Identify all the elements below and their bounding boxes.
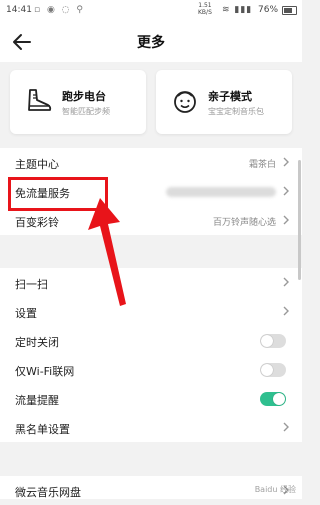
notification-icons: ▫ ◉ ◌ ⚲ <box>34 5 85 15</box>
settings-section-2: 扫一扫 设置 定时关闭 仅Wi-Fi联网 流量提醒 黑名单设置 <box>0 268 302 442</box>
status-time: 14:41 <box>6 5 32 15</box>
row-label: 设置 <box>15 307 37 320</box>
page-title: 更多 <box>137 35 165 51</box>
sleep-timer-toggle[interactable] <box>260 334 286 348</box>
sleep-timer-row: 定时关闭 <box>0 326 302 355</box>
row-value: 百万铃声随心选 <box>212 218 276 228</box>
kids-mode-card[interactable]: 亲子模式 宝宝定制音乐包 <box>156 70 292 134</box>
chevron-right-icon <box>283 277 289 287</box>
scrollbar[interactable] <box>298 160 301 280</box>
chevron-right-icon <box>283 422 289 432</box>
wifi-only-row: 仅Wi-Fi联网 <box>0 355 302 384</box>
running-radio-card[interactable]: 跑步电台 智能匹配步频 <box>10 70 146 134</box>
battery-icon <box>282 6 297 15</box>
row-label: 黑名单设置 <box>15 423 70 436</box>
feature-cards: 跑步电台 智能匹配步频 亲子模式 宝宝定制音乐包 <box>0 62 302 142</box>
net-speed-value: 1.51 <box>198 2 212 9</box>
signal-icons: ≋ ▮▮▮ <box>222 5 253 15</box>
card-title: 跑步电台 <box>62 90 106 103</box>
blurred-value <box>166 187 276 197</box>
card-subtitle: 宝宝定制音乐包 <box>208 107 264 116</box>
card-title: 亲子模式 <box>208 90 252 103</box>
card-subtitle: 智能匹配步频 <box>62 107 110 116</box>
theme-center-row[interactable]: 主题中心 霜茶白 <box>0 148 302 177</box>
row-label: 定时关闭 <box>15 336 59 349</box>
data-reminder-row: 流量提醒 <box>0 384 302 413</box>
scan-row[interactable]: 扫一扫 <box>0 268 302 297</box>
row-label: 微云音乐网盘 <box>15 486 81 499</box>
row-label: 流量提醒 <box>15 394 59 407</box>
data-reminder-toggle[interactable] <box>260 392 286 406</box>
battery-percent: 76% <box>258 5 279 15</box>
status-bar: 14:41 ▫ ◉ ◌ ⚲ 1.51 KB/S ≋ ▮▮▮ 76% <box>0 0 302 22</box>
net-speed-unit: KB/S <box>198 9 212 16</box>
red-arrow-annotation <box>88 198 126 306</box>
row-label: 扫一扫 <box>15 278 48 291</box>
row-label: 百变彩铃 <box>15 216 59 229</box>
row-label: 仅Wi-Fi联网 <box>15 365 75 378</box>
watermark: Baidu 经验 <box>254 485 296 494</box>
blacklist-row[interactable]: 黑名单设置 <box>0 413 302 442</box>
chevron-right-icon <box>283 306 289 316</box>
wifi-only-toggle[interactable] <box>260 363 286 377</box>
chevron-right-icon <box>283 186 289 196</box>
net-speed: 1.51 KB/S <box>198 2 212 16</box>
header: 更多 <box>0 22 302 62</box>
chevron-right-icon <box>283 215 289 225</box>
row-label: 主题中心 <box>15 158 59 171</box>
chevron-right-icon <box>283 157 289 167</box>
running-shoe-icon <box>28 89 52 111</box>
settings-row[interactable]: 设置 <box>0 297 302 326</box>
row-value: 霜茶白 <box>248 160 276 170</box>
child-face-icon <box>174 91 196 113</box>
